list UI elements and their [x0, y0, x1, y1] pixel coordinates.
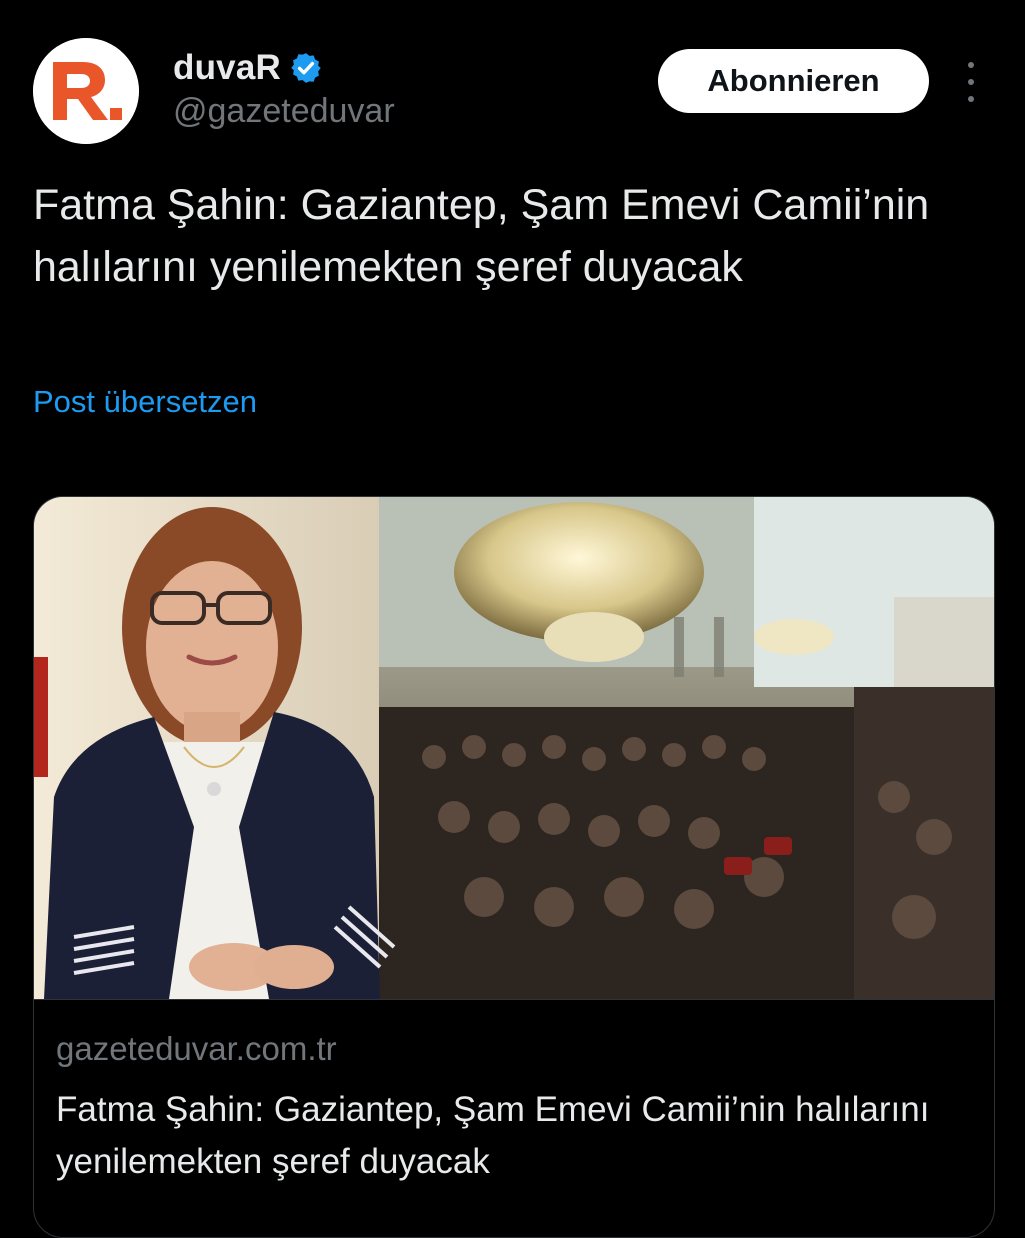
subscribe-button[interactable]: Abonnieren: [658, 49, 929, 113]
link-preview-card[interactable]: gazeteduvar.com.tr Fatma Şahin: Gaziante…: [33, 496, 995, 1238]
translate-post-link[interactable]: Post übersetzen: [33, 384, 257, 420]
avatar[interactable]: [33, 38, 139, 144]
more-options-icon[interactable]: [956, 62, 986, 102]
display-name[interactable]: duvaR: [173, 48, 281, 88]
news-photo: [34, 497, 994, 999]
tweet: duvaR @gazeteduvar Abonnieren Fatma Şahi…: [0, 0, 1025, 1238]
account-handle[interactable]: @gazeteduvar: [173, 92, 395, 131]
link-preview-meta[interactable]: gazeteduvar.com.tr Fatma Şahin: Gaziante…: [34, 999, 994, 1181]
duvar-logo-icon: [33, 38, 139, 144]
verified-badge-icon: [291, 53, 321, 83]
post-text: Fatma Şahin: Gaziantep, Şam Emevi Camii’…: [33, 181, 930, 291]
link-preview-image[interactable]: [34, 497, 994, 999]
account-name-row[interactable]: duvaR: [173, 46, 323, 90]
link-domain[interactable]: gazeteduvar.com.tr: [56, 1030, 337, 1068]
link-title[interactable]: Fatma Şahin: Gaziantep, Şam Emevi Camii’…: [56, 1084, 956, 1188]
